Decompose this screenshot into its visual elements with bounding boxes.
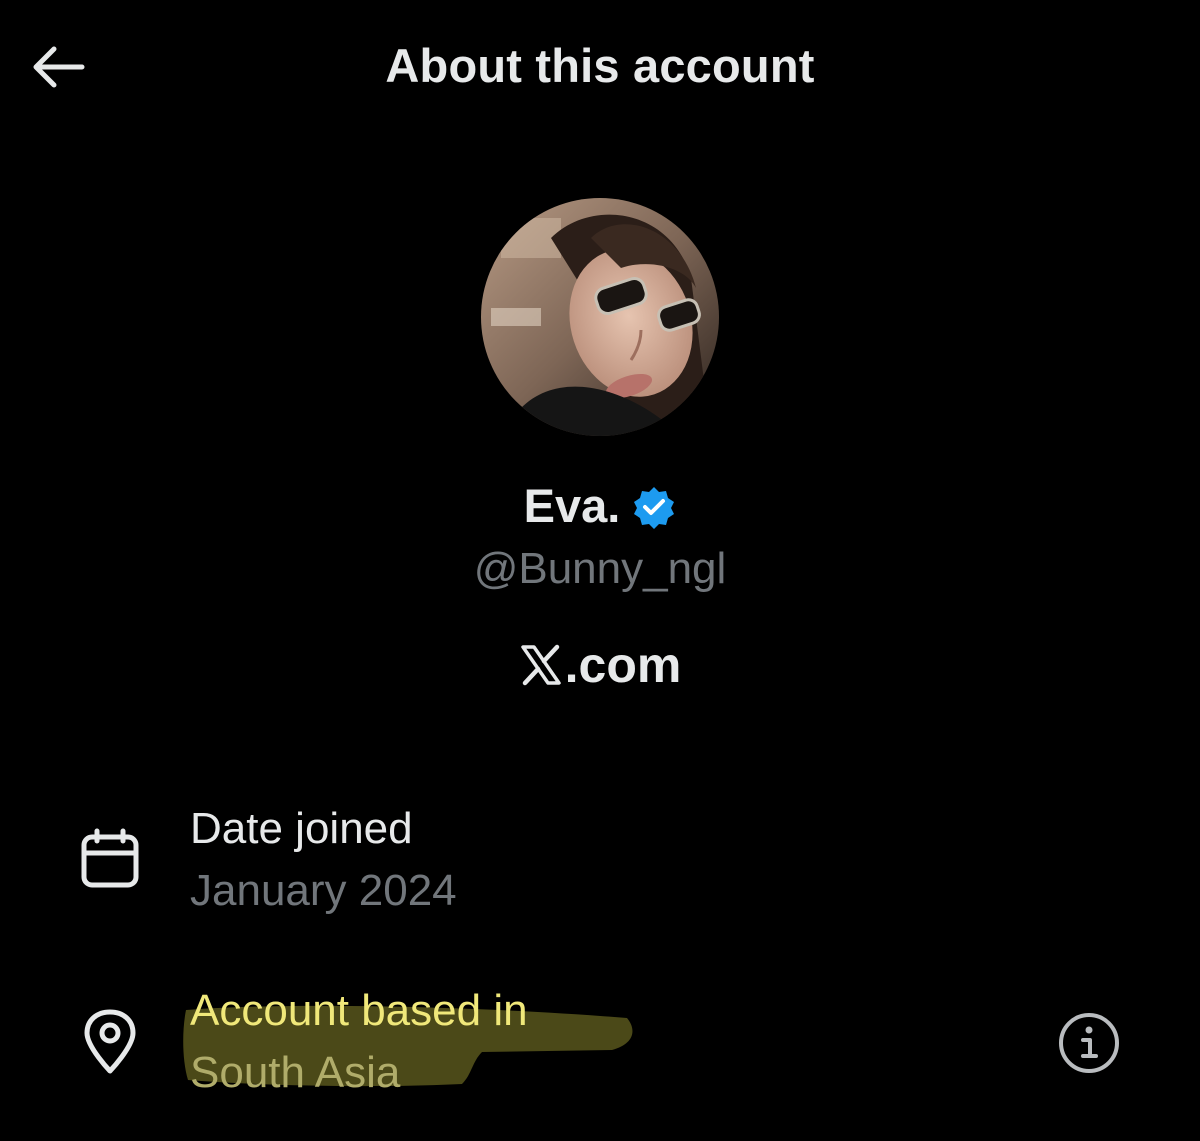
site-label[interactable]: .com	[0, 636, 1200, 694]
verified-badge-icon	[634, 486, 675, 529]
name-row: Eva.	[0, 478, 1200, 533]
page-title: About this account	[385, 39, 815, 92]
date-joined-row: Date joined January 2024	[0, 800, 1200, 920]
location-pin-icon	[84, 1009, 136, 1074]
avatar[interactable]	[481, 198, 719, 436]
display-name: Eva.	[523, 479, 621, 532]
account-based-in-row: Account based in South Asia	[0, 982, 1200, 1102]
site-suffix: .com	[564, 637, 682, 693]
username-handle: @Bunny_ngl	[473, 544, 727, 593]
header-bar: About this account	[0, 0, 1200, 135]
calendar-icon	[81, 828, 139, 888]
date-joined-value: January 2024	[190, 866, 457, 915]
profile-photo	[481, 198, 719, 436]
account-based-in-value: South Asia	[190, 1048, 401, 1097]
date-joined-label: Date joined	[190, 804, 413, 853]
info-icon[interactable]	[1056, 1010, 1122, 1076]
x-logo-icon	[520, 644, 561, 686]
account-based-in-label: Account based in	[190, 986, 528, 1035]
